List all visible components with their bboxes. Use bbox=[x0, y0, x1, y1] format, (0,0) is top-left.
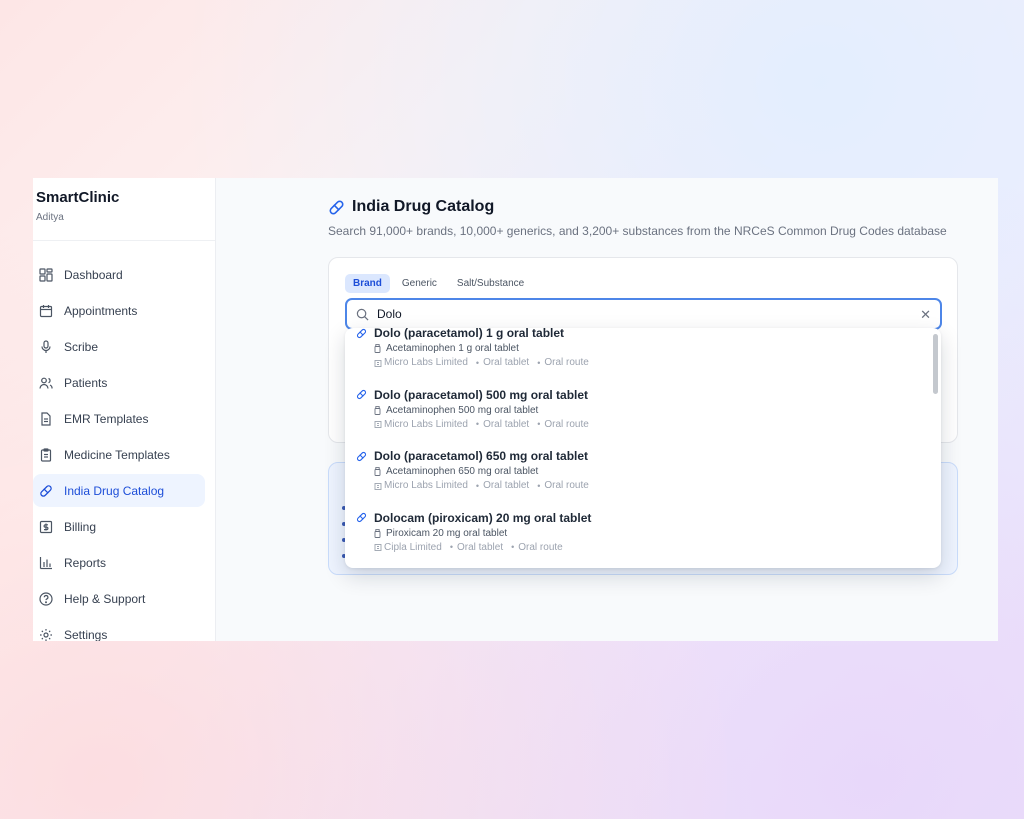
list-item[interactable]: Dolo (paracetamol) 500 mg oral tablet Ac… bbox=[345, 380, 941, 442]
result-name: Dolo (paracetamol) 500 mg oral tablet bbox=[374, 387, 589, 402]
page-subtitle: Search 91,000+ brands, 10,000+ generics,… bbox=[328, 224, 947, 238]
result-manufacturer: Micro Labs Limited bbox=[384, 418, 468, 430]
sidebar-item-label: Patients bbox=[64, 375, 108, 390]
result-form: Oral tablet bbox=[456, 541, 504, 553]
sidebar-item-label: Scribe bbox=[64, 339, 99, 354]
user-name: Aditya bbox=[36, 212, 64, 223]
search-icon bbox=[356, 308, 369, 320]
pill-icon bbox=[39, 484, 53, 498]
result-generic: Piroxicam 20 mg oral tablet bbox=[386, 527, 508, 539]
tab-brand[interactable]: Brand bbox=[345, 274, 390, 293]
medicine-bottle-icon bbox=[374, 528, 381, 538]
result-route: Oral route bbox=[518, 541, 563, 553]
result-manufacturer: Cipla Limited bbox=[384, 541, 442, 553]
result-name: Dolo (paracetamol) 650 mg oral tablet bbox=[374, 449, 589, 463]
sidebar-nav: Dashboard Appointments Scribe Patients E… bbox=[33, 241, 215, 641]
medicine-bottle-icon bbox=[374, 405, 381, 415]
sidebar-item-india-drug-catalog[interactable]: India Drug Catalog bbox=[33, 474, 205, 507]
pill-icon bbox=[356, 512, 367, 523]
search-box: ✕ bbox=[345, 298, 942, 330]
tab-salt-substance[interactable]: Salt/Substance bbox=[449, 274, 532, 293]
sidebar-item-settings[interactable]: Settings bbox=[33, 618, 205, 641]
list-item[interactable]: Dolo (paracetamol) 1 g oral tablet Aceta… bbox=[345, 328, 941, 380]
medicine-bottle-icon bbox=[374, 344, 381, 353]
result-route: Oral route bbox=[544, 357, 589, 368]
sidebar-item-label: Appointments bbox=[64, 303, 138, 318]
sidebar-item-scribe[interactable]: Scribe bbox=[33, 330, 205, 363]
sidebar-item-billing[interactable]: Billing bbox=[33, 510, 205, 543]
dollar-icon bbox=[39, 520, 53, 534]
sidebar-item-help-support[interactable]: Help & Support bbox=[33, 582, 205, 615]
sidebar-item-label: Help & Support bbox=[64, 591, 146, 606]
scrollbar[interactable] bbox=[933, 334, 938, 394]
main-content: India Drug Catalog Search 91,000+ brands… bbox=[216, 178, 998, 641]
dashboard-icon bbox=[39, 267, 53, 282]
sidebar-item-appointments[interactable]: Appointments bbox=[33, 294, 205, 327]
sidebar-item-label: Medicine Templates bbox=[64, 447, 170, 462]
result-generic: Acetaminophen 1 g oral tablet bbox=[386, 343, 519, 354]
page-header: India Drug Catalog Search 91,000+ brands… bbox=[328, 198, 947, 238]
users-icon bbox=[39, 376, 53, 390]
pill-icon bbox=[356, 328, 367, 338]
list-item[interactable]: Dolocam (piroxicam) 20 mg oral tablet Pi… bbox=[345, 503, 941, 565]
search-results-dropdown: Dolo (paracetamol) 1 g oral tablet Aceta… bbox=[345, 328, 941, 568]
sidebar-item-label: Settings bbox=[64, 627, 108, 642]
pill-icon bbox=[329, 199, 344, 215]
result-manufacturer: Micro Labs Limited bbox=[384, 480, 468, 491]
result-generic: Acetaminophen 650 mg oral tablet bbox=[386, 466, 539, 477]
sidebar: SmartClinic Aditya Dashboard Appointment… bbox=[33, 178, 216, 641]
building-icon bbox=[374, 421, 382, 428]
result-route: Oral route bbox=[544, 480, 589, 491]
sidebar-item-label: EMR Templates bbox=[64, 411, 149, 426]
page-title-text: India Drug Catalog bbox=[352, 198, 495, 215]
results-list: Dolo (paracetamol) 1 g oral tablet Aceta… bbox=[345, 328, 941, 564]
list-item[interactable]: Dolo (paracetamol) 650 mg oral tablet Ac… bbox=[345, 441, 941, 503]
page-title: India Drug Catalog bbox=[328, 198, 947, 216]
sidebar-item-emr-templates[interactable]: EMR Templates bbox=[33, 402, 205, 435]
medicine-bottle-icon bbox=[374, 467, 381, 476]
building-icon bbox=[374, 544, 382, 551]
calendar-icon bbox=[39, 304, 53, 318]
sidebar-item-label: India Drug Catalog bbox=[64, 483, 165, 498]
result-route: Oral route bbox=[544, 418, 589, 430]
app-name: SmartClinic bbox=[36, 189, 120, 206]
document-icon bbox=[39, 411, 53, 426]
bar-chart-icon bbox=[39, 556, 53, 570]
pill-icon bbox=[356, 451, 367, 461]
sidebar-item-patients[interactable]: Patients bbox=[33, 366, 205, 399]
search-input[interactable] bbox=[377, 307, 897, 321]
sidebar-item-label: Billing bbox=[64, 519, 97, 534]
close-icon[interactable]: ✕ bbox=[920, 307, 931, 323]
result-name: Dolo (paracetamol) 1 g oral tablet bbox=[374, 328, 565, 340]
sidebar-item-reports[interactable]: Reports bbox=[33, 546, 205, 579]
result-name: Dolocam (piroxicam) 20 mg oral tablet bbox=[374, 510, 592, 525]
microphone-icon bbox=[39, 339, 53, 354]
tab-generic[interactable]: Generic bbox=[394, 274, 445, 293]
result-manufacturer: Micro Labs Limited bbox=[384, 357, 468, 368]
sidebar-item-dashboard[interactable]: Dashboard bbox=[33, 258, 205, 291]
app-window: SmartClinic Aditya Dashboard Appointment… bbox=[33, 178, 998, 641]
help-icon bbox=[39, 591, 53, 606]
search-tabs: Brand Generic Salt/Substance bbox=[345, 274, 532, 293]
building-icon bbox=[374, 482, 382, 490]
result-form: Oral tablet bbox=[483, 418, 530, 430]
sidebar-item-label: Reports bbox=[64, 555, 107, 570]
result-generic: Acetaminophen 500 mg oral tablet bbox=[386, 404, 539, 416]
sidebar-item-label: Dashboard bbox=[64, 267, 123, 282]
building-icon bbox=[374, 359, 382, 367]
gear-icon bbox=[39, 628, 53, 642]
result-form: Oral tablet bbox=[483, 357, 530, 368]
sidebar-item-medicine-templates[interactable]: Medicine Templates bbox=[33, 438, 205, 471]
result-form: Oral tablet bbox=[483, 480, 530, 491]
pill-icon bbox=[356, 389, 367, 400]
brand: SmartClinic Aditya bbox=[33, 178, 215, 241]
clipboard-icon bbox=[39, 447, 53, 462]
